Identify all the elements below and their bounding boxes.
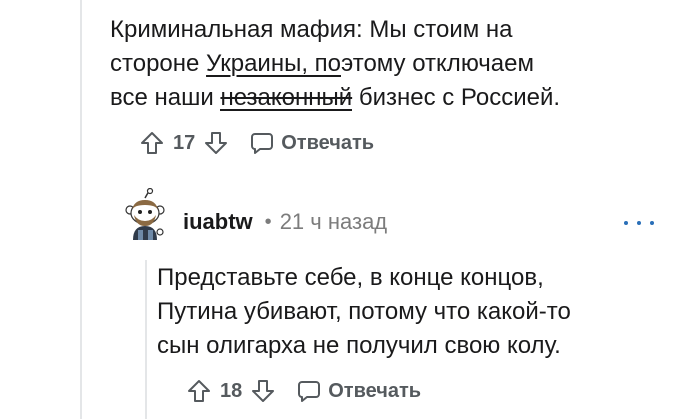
- reply-comment-line-3: сын олигарха не получил свою колу.: [157, 328, 561, 363]
- timestamp[interactable]: 21 ч назад: [280, 209, 387, 235]
- username[interactable]: iuabtw: [183, 209, 253, 235]
- reply-header: iuabtw • 21 ч назад: [183, 202, 387, 242]
- reply-action-bar: 18 Отвечать: [184, 376, 421, 406]
- parent-reply-label: Отвечать: [281, 131, 375, 154]
- parent-comment-struck-text: незаконный: [220, 84, 353, 111]
- upvote-icon[interactable]: [137, 128, 167, 158]
- thread-line-reply[interactable]: [145, 260, 147, 419]
- parent-action-bar: 17 Отвечать: [137, 128, 374, 158]
- parent-comment-text-2a: стороне: [110, 50, 207, 77]
- upvote-icon[interactable]: [184, 376, 214, 406]
- meta-separator: •: [264, 210, 272, 233]
- reply-comment-text-1: Представьте себе, в конце концов,: [157, 264, 544, 291]
- avatar[interactable]: [122, 187, 168, 242]
- reply-comment-text-2: Путина убивают, потому что какой-то: [157, 298, 571, 325]
- downvote-icon[interactable]: [201, 128, 231, 158]
- parent-comment-text-2b: этому отключаем: [341, 50, 534, 77]
- parent-comment-line-3: все наши незаконный бизнес с Россией.: [110, 80, 560, 115]
- parent-comment-text-3b: бизнес с Россией.: [352, 84, 561, 111]
- comment-bubble-icon: [294, 376, 324, 406]
- reply-comment-line-2: Путина убивают, потому что какой-то: [157, 294, 571, 329]
- parent-comment-line-1: Криминальная мафия: Мы стоим на: [110, 12, 513, 47]
- parent-comment-text-1: Криминальная мафия: Мы стоим на: [110, 16, 513, 43]
- parent-comment-line-2: стороне Украины, поэтому отключаем: [110, 46, 534, 81]
- comment-bubble-icon: [247, 128, 277, 158]
- parent-comment-text-3a: все наши: [110, 84, 221, 111]
- reply-comment-line-1: Представьте себе, в конце концов,: [157, 260, 544, 295]
- parent-reply-button[interactable]: Отвечать: [247, 128, 374, 158]
- more-options-icon[interactable]: [624, 213, 654, 233]
- reply-reply-button[interactable]: Отвечать: [294, 376, 421, 406]
- parent-vote-count: 17: [173, 131, 196, 154]
- reply-reply-label: Отвечать: [328, 379, 422, 402]
- thread-line-parent[interactable]: [80, 0, 82, 419]
- parent-comment-underlined-text: Украины, по: [206, 50, 341, 77]
- reply-vote-count: 18: [220, 379, 243, 402]
- reply-comment-text-3: сын олигарха не получил свою колу.: [157, 332, 561, 359]
- downvote-icon[interactable]: [248, 376, 278, 406]
